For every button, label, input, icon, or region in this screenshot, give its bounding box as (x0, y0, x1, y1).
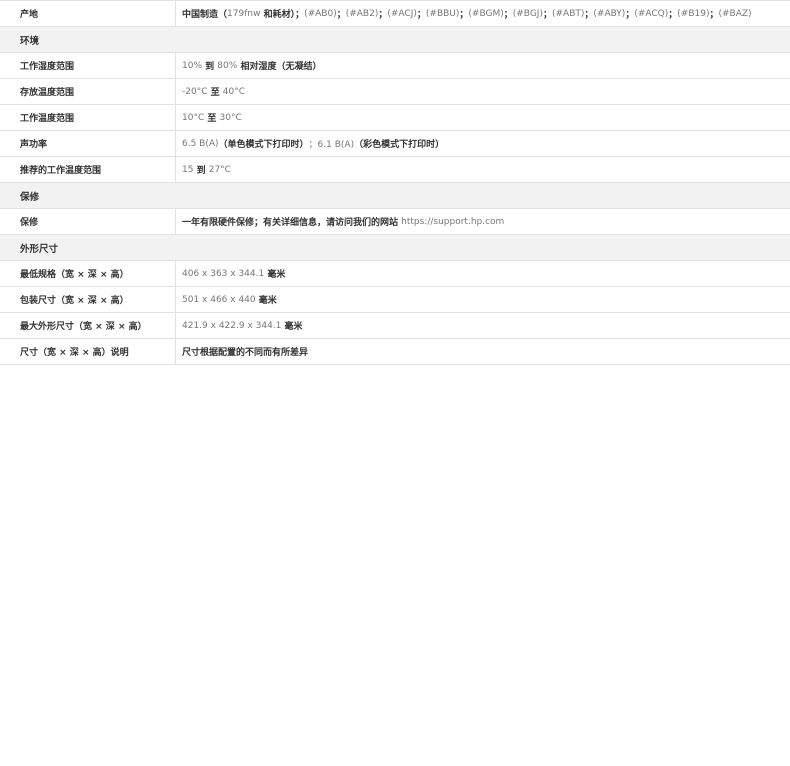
spec-value-part: (#BGJ) (512, 8, 543, 19)
spec-value-part: 毫米 (255, 296, 277, 306)
spec-value: 6.5 B(A) （单色模式下打印时） ；6.1 B(A) （彩色模式下打印时） (176, 131, 790, 156)
spec-value-part: ； (709, 10, 719, 20)
spec-value-part: 到 (193, 166, 209, 176)
spec-value-part: （彩色模式下打印时） (354, 140, 445, 150)
spec-value: 10°C 至 30°C (176, 105, 790, 130)
spec-value-part: ； (668, 10, 678, 20)
spec-row: 工作湿度范围 10% 到 80% 相对湿度（无凝结） (0, 53, 790, 79)
spec-value-part: ； (542, 10, 552, 20)
spec-value-part: 15 (182, 164, 194, 175)
spec-value-part: ； (416, 10, 426, 20)
spec-value: 421.9 x 422.9 x 344.1 毫米 (176, 313, 790, 338)
spec-value-part: （单色模式下打印时） (218, 140, 309, 150)
spec-label: 工作湿度范围 (0, 53, 176, 78)
spec-value: 一年有限硬件保修；有关详细信息，请访问我们的网站 https://support… (176, 209, 790, 234)
spec-value: 15 到 27°C (176, 157, 790, 182)
section-header: 外形尺寸 (0, 235, 790, 261)
spec-row: 产地 中国制造（ 179fnw 和耗材）； (#AB0)； (#AB2)； (#ACJ)；… (0, 1, 790, 27)
spec-value-part: 30°C (219, 112, 242, 123)
spec-value-part: 毫米 (264, 270, 286, 280)
spec-value-part: https://support.hp.com (401, 216, 505, 227)
spec-value-part: 179fnw (227, 8, 261, 19)
spec-value: 10% 到 80% 相对湿度（无凝结） (176, 53, 790, 78)
spec-label: 产地 (0, 1, 176, 26)
spec-value-part: (#BBU) (425, 8, 460, 19)
spec-value-part: 421.9 x 422.9 x 344.1 (182, 320, 282, 331)
spec-row: 推荐的工作温度范围 15 到 27°C (0, 157, 790, 183)
spec-value: -20°C 至 40°C (176, 79, 790, 104)
spec-value-part: ； (584, 10, 594, 20)
spec-value-part: 27°C (208, 164, 231, 175)
spec-value-part: 10% (182, 60, 203, 71)
spec-value-part: (#AB0) (304, 8, 337, 19)
spec-row: 尺寸（宽 × 深 × 高）说明 尺寸根据配置的不同而有所差异 (0, 339, 790, 365)
spec-value-part: (#BAZ) (718, 8, 752, 19)
spec-value-part: 80% (217, 60, 238, 71)
spec-value-part: 406 x 363 x 344.1 (182, 268, 265, 279)
spec-row: 保修 一年有限硬件保修；有关详细信息，请访问我们的网站 https://suppo… (0, 209, 790, 235)
spec-value-part: 一年有限硬件保修；有关详细信息，请访问我们的网站 (182, 218, 402, 228)
section-header: 保修 (0, 183, 790, 209)
spec-value-part: 相对湿度（无凝结） (237, 62, 322, 72)
spec-value-part: (#ABY) (593, 8, 626, 19)
spec-label: 工作温度范围 (0, 105, 176, 130)
spec-label: 推荐的工作温度范围 (0, 157, 176, 182)
spec-value-part: ； (503, 10, 513, 20)
spec-table: 产地 中国制造（ 179fnw 和耗材）； (#AB0)； (#AB2)； (#ACJ)；… (0, 0, 790, 365)
spec-label: 保修 (0, 209, 176, 234)
spec-row: 最大外形尺寸（宽 × 深 × 高） 421.9 x 422.9 x 344.1 毫… (0, 313, 790, 339)
spec-value-part: 501 x 466 x 440 (182, 294, 256, 305)
spec-value-part: (#ABT) (551, 8, 585, 19)
spec-row: 声功率 6.5 B(A) （单色模式下打印时） ；6.1 B(A) （彩色模式下打印时） (0, 131, 790, 157)
spec-value-part: 至 (207, 88, 223, 98)
spec-value-part: 中国制造（ (182, 10, 228, 20)
spec-value-part: 和耗材）； (260, 10, 305, 20)
spec-value-part: 至 (204, 114, 220, 124)
spec-row: 存放温度范围 -20°C 至 40°C (0, 79, 790, 105)
spec-value-part: (#ACQ) (634, 8, 669, 19)
spec-row: 包装尺寸（宽 × 深 × 高） 501 x 466 x 440 毫米 (0, 287, 790, 313)
spec-value-part: (#BGM) (468, 8, 504, 19)
spec-value: 501 x 466 x 440 毫米 (176, 287, 790, 312)
spec-value-part: 40°C (222, 86, 246, 97)
spec-value: 尺寸根据配置的不同而有所差异 (176, 339, 790, 364)
spec-value-part: ； (625, 10, 635, 20)
spec-value-part: (#B19) (677, 8, 710, 19)
spec-value-part: ； (459, 10, 469, 20)
spec-value: 中国制造（ 179fnw 和耗材）； (#AB0)； (#AB2)； (#ACJ)； (#… (176, 1, 790, 26)
spec-row: 最低规格（宽 × 深 × 高） 406 x 363 x 344.1 毫米 (0, 261, 790, 287)
spec-value-part: -20°C (182, 86, 208, 97)
spec-label: 尺寸（宽 × 深 × 高）说明 (0, 339, 176, 364)
spec-value: 406 x 363 x 344.1 毫米 (176, 261, 790, 286)
spec-value-part: 10°C (182, 112, 205, 123)
spec-value-part: 到 (202, 62, 218, 72)
spec-row: 工作温度范围 10°C 至 30°C (0, 105, 790, 131)
spec-label: 存放温度范围 (0, 79, 176, 104)
spec-value-part: ；6.1 B(A) (308, 140, 355, 150)
spec-value-part: ； (336, 10, 346, 20)
spec-label: 最大外形尺寸（宽 × 深 × 高） (0, 313, 176, 338)
spec-label: 最低规格（宽 × 深 × 高） (0, 261, 176, 286)
spec-value-part: 尺寸根据配置的不同而有所差异 (182, 348, 309, 358)
spec-value-part: ； (378, 10, 388, 20)
spec-label: 包装尺寸（宽 × 深 × 高） (0, 287, 176, 312)
spec-value-part: 6.5 B(A) (182, 138, 219, 149)
spec-value-part: 毫米 (281, 322, 303, 332)
spec-label: 声功率 (0, 131, 176, 156)
spec-value-part: (#ACJ) (387, 8, 417, 19)
spec-value-part: (#AB2) (345, 8, 379, 19)
section-header: 环境 (0, 27, 790, 53)
